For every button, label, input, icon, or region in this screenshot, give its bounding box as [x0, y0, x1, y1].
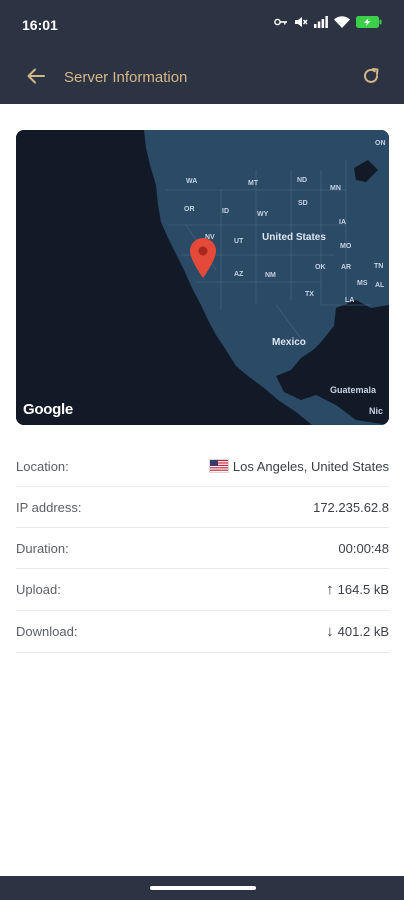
download-label: Download: [16, 624, 78, 639]
download-value: ↓ 401.2 kB [326, 623, 389, 640]
app-bar: Server Information [0, 52, 404, 104]
info-row-upload: Upload: ↑ 164.5 kB [16, 569, 389, 611]
refresh-icon [362, 67, 380, 90]
key-icon [274, 17, 288, 27]
map-label-mt: MT [248, 180, 259, 187]
map-label-guatemala: Guatemala [330, 385, 377, 395]
status-bar: 16:01 [0, 0, 404, 52]
home-gesture-handle[interactable] [150, 886, 256, 890]
wifi-icon [334, 16, 350, 28]
map-label-tn: TN [374, 263, 384, 270]
map-label-ok: OK [315, 264, 326, 271]
map-label-al: AL [375, 282, 385, 289]
ip-value: 172.235.62.8 [313, 499, 389, 515]
info-row-location: Location: Los Angeles, United States [16, 446, 389, 487]
ip-label: IP address: [16, 499, 82, 515]
google-logo: Google [23, 401, 73, 418]
map-label-nic: Nic [369, 406, 384, 416]
info-row-ip: IP address: 172.235.62.8 [16, 487, 389, 528]
map-label-wy: WY [257, 211, 269, 218]
map-pin-icon[interactable] [190, 238, 216, 278]
map-label-sd: SD [298, 200, 308, 207]
map-label-mn: MN [330, 185, 341, 192]
server-map[interactable]: WA MT ND MN ON OR ID SD WY IA NV UT Unit… [16, 130, 389, 425]
map-label-nm: NM [265, 272, 276, 279]
signal-icon [314, 16, 328, 28]
info-row-duration: Duration: 00:00:48 [16, 528, 389, 569]
map-label-ms: MS [357, 280, 368, 287]
location-value: Los Angeles, United States [208, 458, 389, 474]
map-label-ia: IA [339, 219, 346, 226]
map-label-id: ID [222, 208, 229, 215]
map-label-united-states: United States [262, 232, 326, 243]
map-label-la: LA [345, 297, 355, 304]
upload-amount: 164.5 kB [337, 582, 389, 597]
upload-arrow-icon: ↑ [326, 581, 334, 598]
status-time: 16:01 [22, 17, 58, 33]
us-flag-icon [208, 459, 229, 473]
duration-label: Duration: [16, 540, 69, 556]
upload-label: Upload: [16, 582, 61, 597]
map-label-mexico: Mexico [272, 337, 306, 348]
info-row-download: Download: ↓ 401.2 kB [16, 611, 389, 653]
location-text: Los Angeles, United States [232, 458, 389, 474]
map-label-ut: UT [234, 238, 244, 245]
map-label-nd: ND [297, 177, 308, 184]
system-nav-bar [0, 876, 404, 900]
mute-icon [294, 16, 308, 28]
back-button[interactable] [22, 66, 50, 90]
download-arrow-icon: ↓ [326, 623, 334, 640]
server-info-list: Location: Los Angeles, United States IP … [16, 446, 389, 653]
download-amount: 401.2 kB [337, 624, 389, 639]
refresh-button[interactable] [358, 65, 384, 91]
map-label-tx: TX [305, 291, 314, 298]
upload-value: ↑ 164.5 kB [326, 581, 389, 598]
back-arrow-icon [27, 68, 45, 89]
duration-value: 00:00:48 [338, 540, 389, 556]
page-title: Server Information [64, 69, 188, 86]
map-label-wa: WA [186, 178, 198, 185]
map-label-on: ON [375, 140, 386, 147]
map-label-ar: AR [341, 264, 352, 271]
status-icons [274, 16, 382, 28]
map-label-or: OR [184, 206, 195, 213]
map-label-mo: MO [340, 243, 352, 250]
battery-charging-icon [356, 16, 382, 28]
map-label-az: AZ [234, 271, 244, 278]
location-label: Location: [16, 458, 69, 474]
